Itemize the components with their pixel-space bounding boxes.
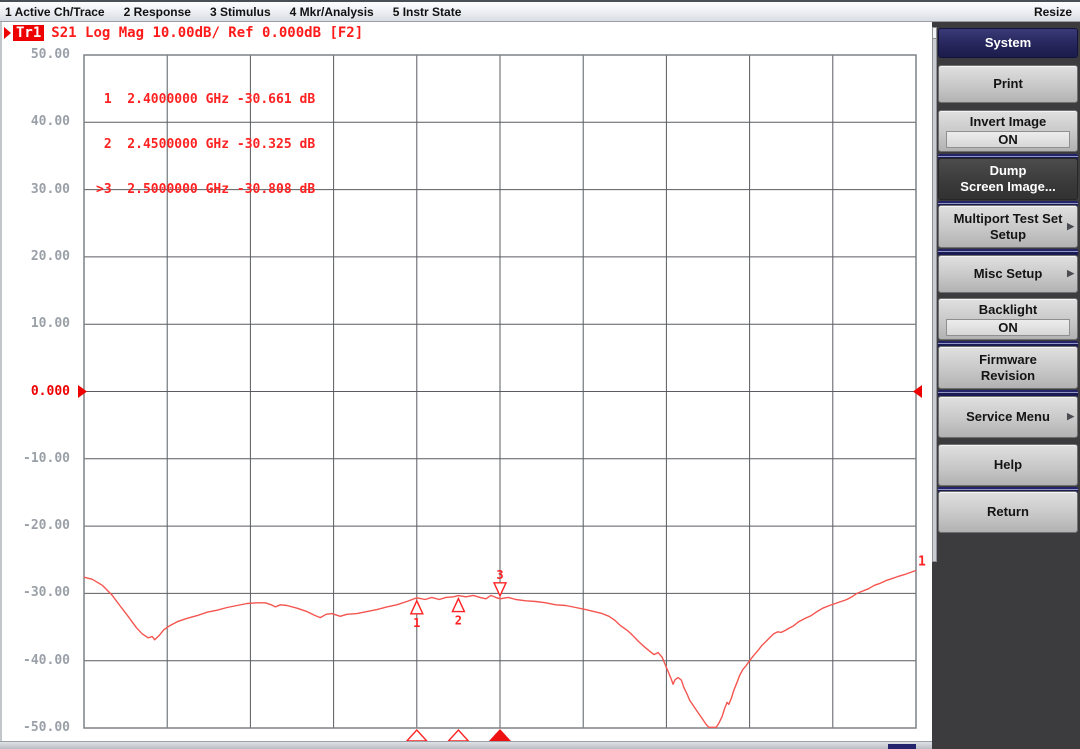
stimulus-marker-active-icon (489, 729, 511, 741)
softkey-label: Backlight (979, 302, 1038, 318)
marker-number: 2 (455, 614, 462, 628)
menu-item-mkr-analysis[interactable]: 4 Mkr/Analysis (290, 5, 374, 19)
y-tick-label: 50.00 (2, 47, 70, 62)
softkey-label: Multiport Test Set (954, 211, 1063, 227)
y-tick-label: -20.00 (2, 518, 70, 533)
softkey-return[interactable]: Return (938, 491, 1078, 533)
bottom-status-chip (888, 744, 916, 749)
y-axis-labels: 50.00 40.00 30.00 20.00 10.00 0.000 -10.… (2, 22, 74, 741)
trace-badge: Tr1 (13, 25, 44, 41)
measurement-panel: Tr1 S21 Log Mag 10.00dB/ Ref 0.000dB [F2… (0, 22, 932, 741)
marker-readout-table: 1 2.4000000 GHz -30.661 dB 2 2.4500000 G… (96, 62, 315, 227)
stimulus-marker-icon (448, 730, 468, 741)
softkey-print[interactable]: Print (938, 65, 1078, 103)
y-tick-label: -40.00 (2, 653, 70, 668)
menu-bar: 1 Active Ch/Trace 2 Response 3 Stimulus … (0, 0, 1080, 22)
softkey-help[interactable]: Help (938, 444, 1078, 486)
trace-number-label: 1 (918, 555, 926, 570)
ref-level-right-arrow-icon (913, 385, 922, 398)
softkey-invert-image[interactable]: Invert Image ON (938, 110, 1078, 152)
active-trace-arrow-icon (4, 27, 11, 39)
softkey-label: Screen Image... (960, 179, 1055, 195)
y-tick-label: -50.00 (2, 720, 70, 735)
softkey-label: Print (993, 76, 1023, 92)
resize-button[interactable]: Resize (1034, 5, 1072, 19)
softkey-dump-screen-image[interactable]: Dump Screen Image... (938, 158, 1078, 200)
softkey-backlight[interactable]: Backlight ON (938, 298, 1078, 340)
y-tick-label: 40.00 (2, 114, 70, 129)
sidebar-header-label: System (985, 35, 1031, 51)
marker-readout-row: >3 2.5000000 GHz -30.808 dB (96, 182, 315, 197)
marker-readout-row: 1 2.4000000 GHz -30.661 dB (96, 92, 315, 107)
invert-image-state: ON (946, 131, 1070, 148)
marker-readout-row: 2 2.4500000 GHz -30.325 dB (96, 137, 315, 152)
submenu-arrow-icon: ▶ (1067, 218, 1074, 234)
softkey-label: Service Menu (966, 409, 1050, 425)
softkey-label: Help (994, 457, 1022, 473)
menu-item-response[interactable]: 2 Response (124, 5, 191, 19)
y-tick-label: 30.00 (2, 182, 70, 197)
softkey-label: Firmware (979, 352, 1037, 368)
submenu-arrow-icon: ▶ (1067, 408, 1074, 424)
softkey-label: Return (987, 504, 1029, 520)
marker-triangle-icon (411, 601, 423, 614)
backlight-state: ON (946, 319, 1070, 336)
menu-item-stimulus[interactable]: 3 Stimulus (210, 5, 271, 19)
marker-number: 1 (413, 616, 420, 630)
marker-number: 3 (496, 568, 503, 582)
marker-triangle-icon (452, 599, 464, 612)
softkey-misc-setup[interactable]: Misc Setup ▶ (938, 255, 1078, 293)
y-tick-label: 20.00 (2, 249, 70, 264)
softkey-firmware-revision[interactable]: Firmware Revision (938, 346, 1078, 389)
menu-item-active-ch-trace[interactable]: 1 Active Ch/Trace (5, 5, 105, 19)
softkey-sidebar: System Print Invert Image ON Dump Screen… (932, 22, 1080, 749)
trace-format-text: S21 Log Mag 10.00dB/ Ref 0.000dB [F2] (51, 25, 363, 41)
bottom-window-edge (0, 741, 932, 749)
reference-level-label: 0.000 (2, 384, 70, 399)
softkey-label: Misc Setup (974, 266, 1043, 282)
softkey-label: Dump (990, 163, 1027, 179)
softkey-label: Setup (990, 227, 1026, 243)
y-tick-label: -10.00 (2, 451, 70, 466)
trace-header: Tr1 S21 Log Mag 10.00dB/ Ref 0.000dB [F2… (4, 25, 363, 41)
y-tick-label: -30.00 (2, 585, 70, 600)
y-tick-label: 10.00 (2, 316, 70, 331)
softkey-label: Revision (981, 368, 1035, 384)
stimulus-marker-icon (407, 730, 427, 741)
softkey-multiport-test-set-setup[interactable]: Multiport Test Set Setup ▶ (938, 205, 1078, 248)
submenu-arrow-icon: ▶ (1067, 265, 1074, 281)
sidebar-header-system[interactable]: System (938, 28, 1078, 58)
ref-level-left-arrow-icon (78, 385, 87, 398)
softkey-label: Invert Image (970, 114, 1047, 130)
softkey-service-menu[interactable]: Service Menu ▶ (938, 396, 1078, 438)
menu-item-instr-state[interactable]: 5 Instr State (393, 5, 462, 19)
